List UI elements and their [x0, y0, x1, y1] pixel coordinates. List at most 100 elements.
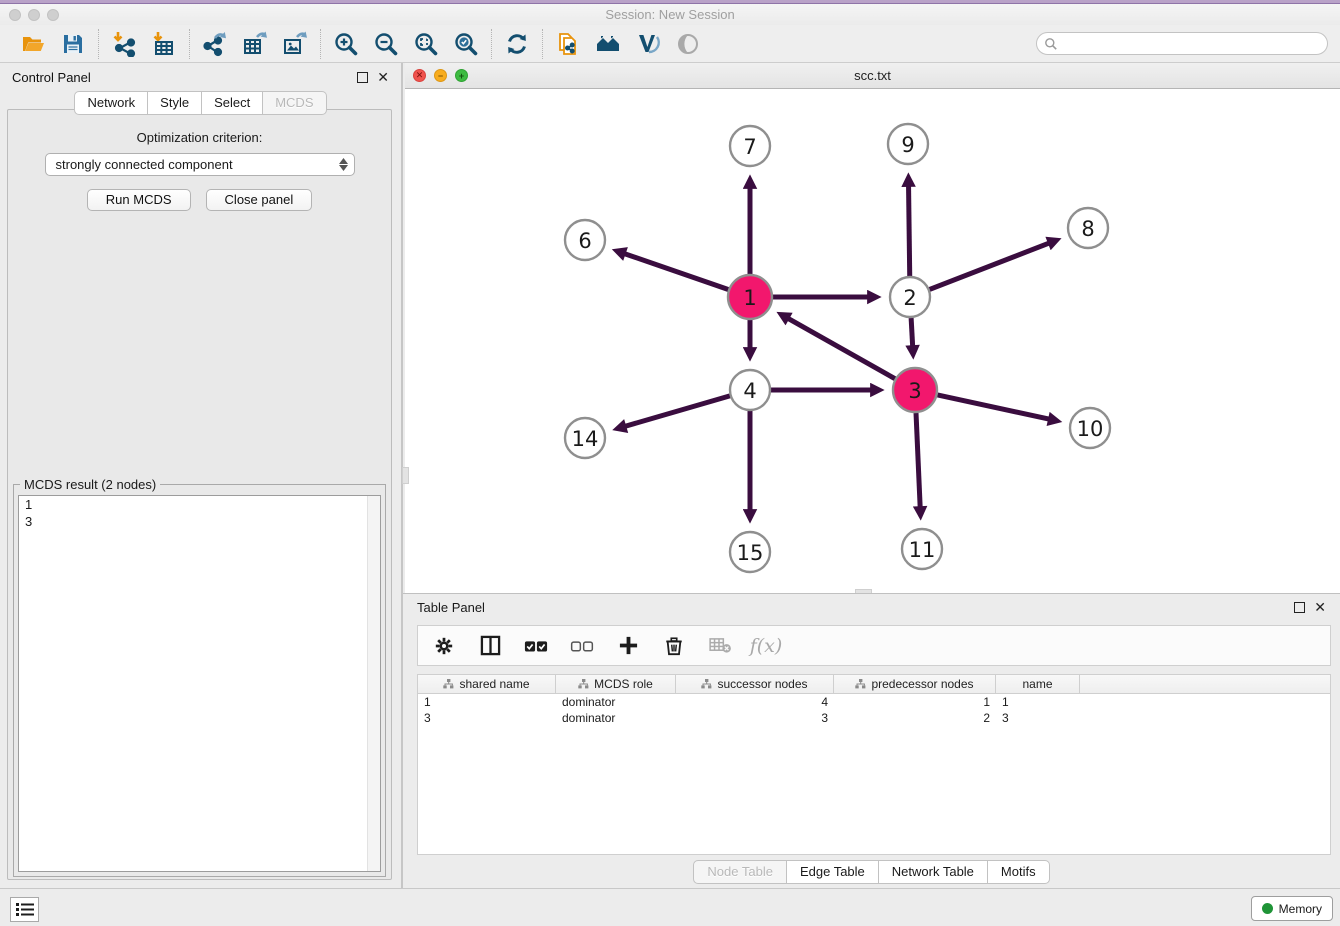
tab-edge-table[interactable]: Edge Table [787, 860, 879, 884]
close-panel-button[interactable]: Close panel [206, 189, 313, 211]
cell-shared-name[interactable]: 3 [418, 710, 556, 726]
save-session-icon[interactable] [58, 29, 88, 59]
graph-edge-3-10[interactable] [937, 395, 1048, 419]
memory-label: Memory [1279, 902, 1322, 916]
cell-successor-nodes[interactable]: 4 [676, 694, 834, 710]
select-all-icon[interactable] [524, 634, 548, 658]
deselect-all-icon[interactable] [570, 634, 594, 658]
mcds-tab-content: Optimization criterion: strongly connect… [7, 109, 392, 880]
main-toolbar [0, 25, 1340, 63]
cell-mcds-role[interactable]: dominator [556, 694, 676, 710]
close-table-panel-icon[interactable]: ✕ [1314, 602, 1326, 613]
graph-node-label-4: 4 [743, 379, 756, 403]
graph-node-label-10: 10 [1077, 417, 1104, 441]
graph-node-label-7: 7 [743, 135, 756, 159]
open-file-icon[interactable] [18, 29, 48, 59]
tab-motifs[interactable]: Motifs [988, 860, 1050, 884]
zoom-in-icon[interactable] [331, 29, 361, 59]
visual-styles-icon[interactable] [633, 29, 663, 59]
table-header-row: shared name MCDS role successor nodes pr… [418, 675, 1330, 694]
export-network-icon[interactable] [200, 29, 230, 59]
column-label: name [1022, 677, 1052, 691]
graph-edge-2-8[interactable] [930, 243, 1049, 289]
window-titlebar: Session: New Session [0, 4, 1340, 25]
column-type-icon [855, 679, 866, 689]
graph-node-label-9: 9 [901, 133, 914, 157]
network-graph[interactable]: 7968124314101511 [405, 89, 1340, 593]
criterion-select[interactable]: strongly connected component [45, 153, 355, 176]
apply-layout-icon[interactable] [502, 29, 532, 59]
float-table-panel-icon[interactable] [1294, 602, 1305, 613]
column-header-name[interactable]: name [996, 675, 1080, 693]
network-maximize-icon[interactable]: + [455, 69, 468, 82]
graph-node-label-14: 14 [572, 427, 599, 451]
task-history-button[interactable] [10, 897, 39, 922]
column-label: MCDS role [594, 677, 653, 691]
cell-shared-name[interactable]: 1 [418, 694, 556, 710]
cell-predecessor-nodes[interactable]: 2 [834, 710, 996, 726]
tab-network-table[interactable]: Network Table [879, 860, 988, 884]
table-row[interactable]: 3 dominator 3 2 3 [418, 710, 1330, 726]
add-column-icon[interactable] [616, 634, 640, 658]
network-minimize-icon[interactable]: − [434, 69, 447, 82]
graph-edge-1-6[interactable] [625, 254, 729, 290]
node-table: shared name MCDS role successor nodes pr… [417, 674, 1331, 855]
import-table-icon[interactable] [149, 29, 179, 59]
zoom-fit-icon[interactable] [411, 29, 441, 59]
cell-successor-nodes[interactable]: 3 [676, 710, 834, 726]
mcds-result-textarea[interactable]: 1 3 [18, 495, 381, 872]
function-builder-icon: f(x) [754, 634, 778, 658]
network-view-titlebar: ✕ − + scc.txt [405, 63, 1340, 89]
zoom-selected-icon[interactable] [451, 29, 481, 59]
vertical-scrollbar-thumb[interactable] [402, 467, 409, 484]
search-field[interactable] [1036, 32, 1328, 55]
delete-column-icon[interactable] [662, 634, 686, 658]
zoom-out-icon[interactable] [371, 29, 401, 59]
column-header-shared-name[interactable]: shared name [418, 675, 556, 693]
graph-edge-2-3[interactable] [911, 318, 913, 346]
search-input[interactable] [1058, 35, 1327, 53]
column-label: successor nodes [717, 677, 807, 691]
graph-node-label-11: 11 [909, 538, 936, 562]
graph-edge-3-11[interactable] [916, 413, 920, 507]
mcds-result-title: MCDS result (2 nodes) [20, 477, 160, 492]
cell-name[interactable]: 3 [996, 710, 1080, 726]
cell-mcds-role[interactable]: dominator [556, 710, 676, 726]
export-image-icon[interactable] [280, 29, 310, 59]
tab-mcds[interactable]: MCDS [263, 91, 326, 115]
table-row[interactable]: 1 dominator 4 1 1 [418, 694, 1330, 710]
column-header-predecessor-nodes[interactable]: predecessor nodes [834, 675, 996, 693]
first-neighbors-icon[interactable] [593, 29, 623, 59]
tab-select[interactable]: Select [202, 91, 263, 115]
tab-node-table[interactable]: Node Table [693, 860, 787, 884]
graph-edge-3-1[interactable] [788, 319, 895, 379]
graph-node-label-15: 15 [737, 541, 764, 565]
cell-name[interactable]: 1 [996, 694, 1080, 710]
cell-predecessor-nodes[interactable]: 1 [834, 694, 996, 710]
export-table-icon[interactable] [240, 29, 270, 59]
tab-network[interactable]: Network [74, 91, 148, 115]
mcds-result-line: 1 [19, 496, 380, 513]
network-canvas[interactable]: 7968124314101511 [405, 89, 1340, 593]
close-panel-icon[interactable]: ✕ [377, 72, 389, 83]
column-header-successor-nodes[interactable]: successor nodes [676, 675, 834, 693]
graph-edge-4-14[interactable] [625, 396, 730, 426]
network-close-icon[interactable]: ✕ [413, 69, 426, 82]
column-type-icon [701, 679, 712, 689]
network-view-title: scc.txt [405, 68, 1340, 83]
clone-network-icon[interactable] [553, 29, 583, 59]
hide-selected-icon [673, 29, 703, 59]
criterion-selected-value: strongly connected component [56, 157, 339, 172]
result-scrollbar[interactable] [367, 496, 380, 871]
float-panel-icon[interactable] [357, 72, 368, 83]
column-header-mcds-role[interactable]: MCDS role [556, 675, 676, 693]
mcds-result-line: 3 [19, 513, 380, 530]
tab-style[interactable]: Style [148, 91, 202, 115]
column-view-icon[interactable] [478, 634, 502, 658]
memory-button[interactable]: Memory [1251, 896, 1333, 921]
optimization-criterion-label: Optimization criterion: [8, 130, 391, 145]
import-network-icon[interactable] [109, 29, 139, 59]
settings-icon[interactable] [432, 634, 456, 658]
run-mcds-button[interactable]: Run MCDS [87, 189, 191, 211]
graph-edge-2-9[interactable] [909, 186, 910, 276]
